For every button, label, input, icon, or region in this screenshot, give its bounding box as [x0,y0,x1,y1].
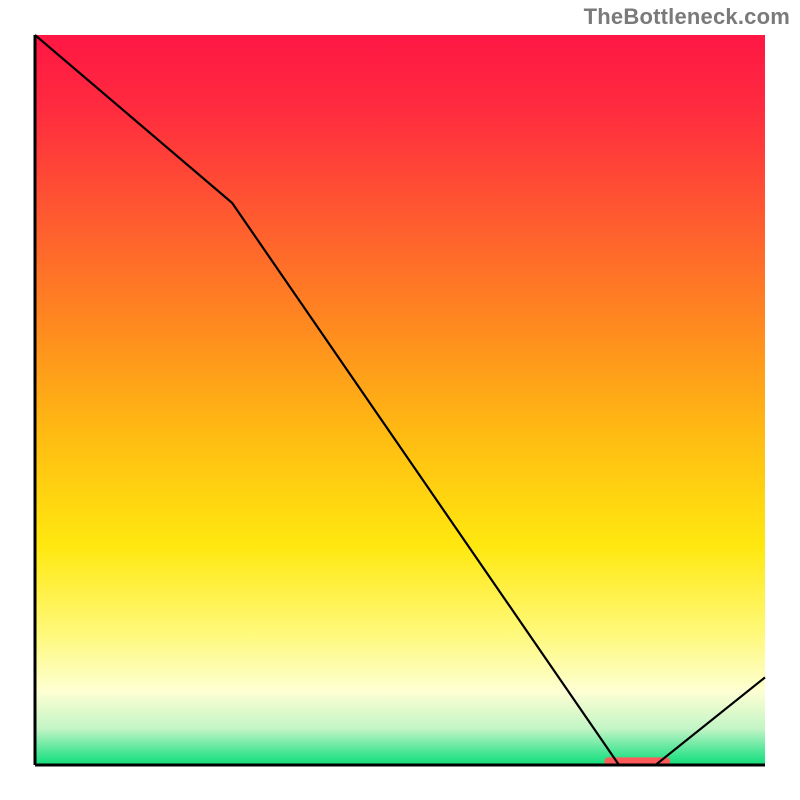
plot-background [35,35,765,765]
bottleneck-chart [30,30,770,770]
attribution-text: TheBottleneck.com [584,4,790,30]
chart-container: TheBottleneck.com [0,0,800,800]
